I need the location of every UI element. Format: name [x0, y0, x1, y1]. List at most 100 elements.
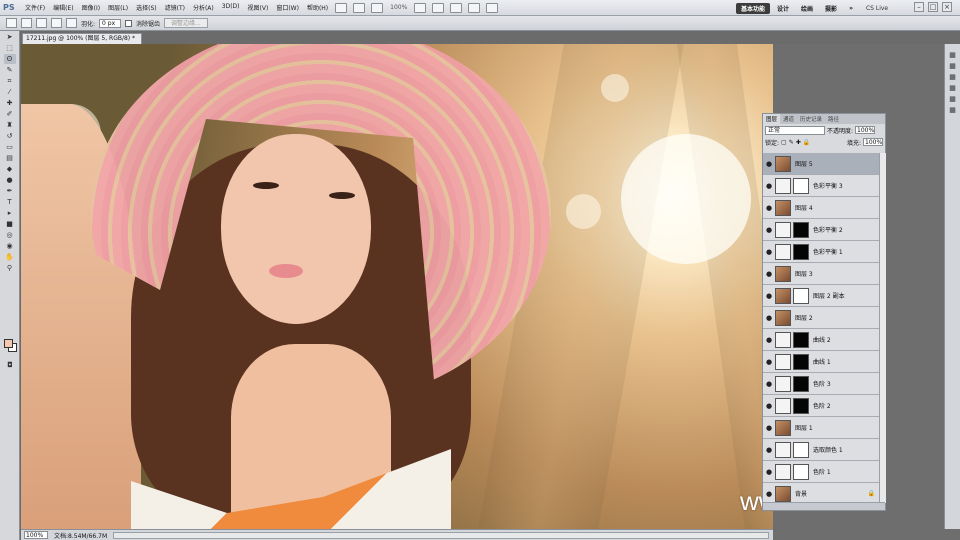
layer-row[interactable]: ● 图层 3 — [763, 263, 879, 285]
maximize-icon[interactable]: □ — [928, 2, 938, 12]
layer-mask-thumbnail[interactable] — [793, 353, 809, 370]
type-tool-icon[interactable]: T — [4, 197, 16, 207]
visibility-eye-icon[interactable]: ● — [765, 248, 773, 256]
layer-mask-thumbnail[interactable] — [793, 441, 809, 458]
layer-row[interactable]: ● 曲线 1 — [763, 351, 879, 373]
cs-live-button[interactable]: CS Live — [866, 5, 888, 12]
visibility-eye-icon[interactable]: ● — [765, 424, 773, 432]
lasso-preset-icon[interactable] — [6, 18, 17, 28]
zoom-tool-icon[interactable] — [432, 2, 445, 13]
visibility-eye-icon[interactable]: ● — [765, 380, 773, 388]
layer-row[interactable]: ● 色彩平衡 2 — [763, 219, 879, 241]
layer-row[interactable]: ● 色彩平衡 3 — [763, 175, 879, 197]
menu-item[interactable]: 窗口(W) — [272, 3, 303, 12]
gradient-tool-icon[interactable]: ▤ — [4, 153, 16, 163]
bridge-icon[interactable] — [335, 2, 348, 13]
visibility-eye-icon[interactable]: ● — [765, 446, 773, 454]
document-tab[interactable]: 17211.jpg @ 100% (图层 5, RGB/8) * — [22, 33, 142, 44]
visibility-eye-icon[interactable]: ● — [765, 182, 773, 190]
more-workspaces-icon[interactable]: » — [844, 4, 858, 13]
crop-tool-icon[interactable]: ⌗ — [4, 76, 16, 86]
menu-item[interactable]: 3D(D) — [218, 3, 244, 12]
layer-mask-thumbnail[interactable] — [793, 375, 809, 392]
horizontal-scrollbar[interactable] — [113, 531, 769, 539]
close-icon[interactable]: × — [942, 2, 952, 12]
refine-edge-button[interactable]: 调整边缘... — [164, 18, 208, 28]
visibility-eye-icon[interactable]: ● — [765, 270, 773, 278]
healing-brush-tool-icon[interactable]: ✚ — [4, 98, 16, 108]
workspace-painting[interactable]: 绘画 — [796, 3, 818, 14]
visibility-eye-icon[interactable]: ● — [765, 292, 773, 300]
eraser-tool-icon[interactable]: ▭ — [4, 142, 16, 152]
panel-icon[interactable]: ▦ — [947, 72, 959, 82]
layer-row[interactable]: ● 图层 1 — [763, 417, 879, 439]
menu-item[interactable]: 编辑(E) — [49, 3, 77, 12]
quick-mask-icon[interactable]: ◘ — [4, 360, 16, 370]
visibility-eye-icon[interactable]: ● — [765, 358, 773, 366]
status-zoom-field[interactable]: 100% — [24, 531, 48, 539]
3d-rotate-tool-icon[interactable]: ◎ — [4, 230, 16, 240]
layer-row[interactable]: ● 色阶 2 — [763, 395, 879, 417]
image-canvas[interactable] — [21, 44, 773, 529]
workspace-photography[interactable]: 摄影 — [820, 3, 842, 14]
rotate-view-icon[interactable] — [450, 2, 463, 13]
visibility-eye-icon[interactable]: ● — [765, 336, 773, 344]
blur-tool-icon[interactable]: ◆ — [4, 164, 16, 174]
layer-mask-thumbnail[interactable] — [793, 221, 809, 238]
new-selection-icon[interactable] — [21, 18, 32, 28]
panel-icon[interactable]: ▦ — [947, 61, 959, 71]
lock-pixels-icon[interactable]: ✎ — [789, 139, 794, 146]
tab-layers[interactable]: 图层 — [763, 114, 781, 124]
3d-orbit-tool-icon[interactable]: ◉ — [4, 241, 16, 251]
panel-icon[interactable]: ▦ — [947, 50, 959, 60]
clone-stamp-tool-icon[interactable]: ♜ — [4, 120, 16, 130]
marquee-tool-icon[interactable]: ⬚ — [4, 43, 16, 53]
layer-row[interactable]: ● 图层 2 — [763, 307, 879, 329]
visibility-eye-icon[interactable]: ● — [765, 226, 773, 234]
zoom-tool-icon[interactable]: ⚲ — [4, 263, 16, 273]
layer-row[interactable]: ● 背景 🔒 — [763, 483, 879, 503]
antialias-checkbox[interactable] — [125, 19, 133, 27]
layer-row[interactable]: ● 选取颜色 1 — [763, 439, 879, 461]
visibility-eye-icon[interactable]: ● — [765, 468, 773, 476]
visibility-eye-icon[interactable]: ● — [765, 314, 773, 322]
menu-item[interactable]: 帮助(H) — [303, 3, 332, 12]
intersect-selection-icon[interactable] — [66, 18, 77, 28]
add-selection-icon[interactable] — [36, 18, 47, 28]
layer-row[interactable]: ● 色阶 3 — [763, 373, 879, 395]
lasso-tool-icon[interactable]: ʘ — [3, 54, 16, 64]
blend-mode-select[interactable]: 正常 — [765, 125, 825, 135]
extras-icon[interactable] — [371, 2, 384, 13]
layer-mask-thumbnail[interactable] — [793, 177, 809, 194]
layer-mask-thumbnail[interactable] — [793, 397, 809, 414]
hand-tool-icon[interactable]: ✋ — [4, 252, 16, 262]
layer-row[interactable]: ● 色阶 1 — [763, 461, 879, 483]
layer-row[interactable]: ● 图层 5 — [763, 153, 879, 175]
menu-item[interactable]: 视图(V) — [244, 3, 273, 12]
layer-row[interactable]: ● 曲线 2 — [763, 329, 879, 351]
mini-bridge-icon[interactable] — [353, 2, 366, 13]
tab-channels[interactable]: 通道 — [780, 114, 797, 124]
layers-vertical-scrollbar[interactable] — [879, 153, 886, 503]
workspace-design[interactable]: 设计 — [772, 3, 794, 14]
visibility-eye-icon[interactable]: ● — [765, 204, 773, 212]
layer-mask-thumbnail[interactable] — [793, 243, 809, 260]
pen-tool-icon[interactable]: ✒ — [4, 186, 16, 196]
move-tool-icon[interactable]: ➤ — [4, 32, 16, 42]
fill-input[interactable]: 100% — [863, 138, 883, 146]
layer-row[interactable]: ● 图层 2 副本 — [763, 285, 879, 307]
layer-mask-thumbnail[interactable] — [793, 331, 809, 348]
menu-item[interactable]: 图层(L) — [104, 3, 132, 12]
dodge-tool-icon[interactable]: ● — [4, 175, 16, 185]
menu-item[interactable]: 选择(S) — [132, 3, 161, 12]
tab-history[interactable]: 历史记录 — [797, 114, 825, 124]
menu-item[interactable]: 滤镜(T) — [161, 3, 189, 12]
panel-icon[interactable]: ▦ — [947, 94, 959, 104]
hand-icon[interactable] — [414, 2, 427, 13]
quick-selection-tool-icon[interactable]: ✎ — [4, 65, 16, 75]
status-doc-info[interactable]: 文档:8.54M/66.7M — [54, 531, 107, 540]
screen-mode-icon[interactable] — [486, 2, 499, 13]
lock-transparency-icon[interactable]: ▢ — [781, 139, 787, 146]
lock-position-icon[interactable]: ✚ — [796, 139, 801, 146]
tab-paths[interactable]: 路径 — [825, 114, 842, 124]
